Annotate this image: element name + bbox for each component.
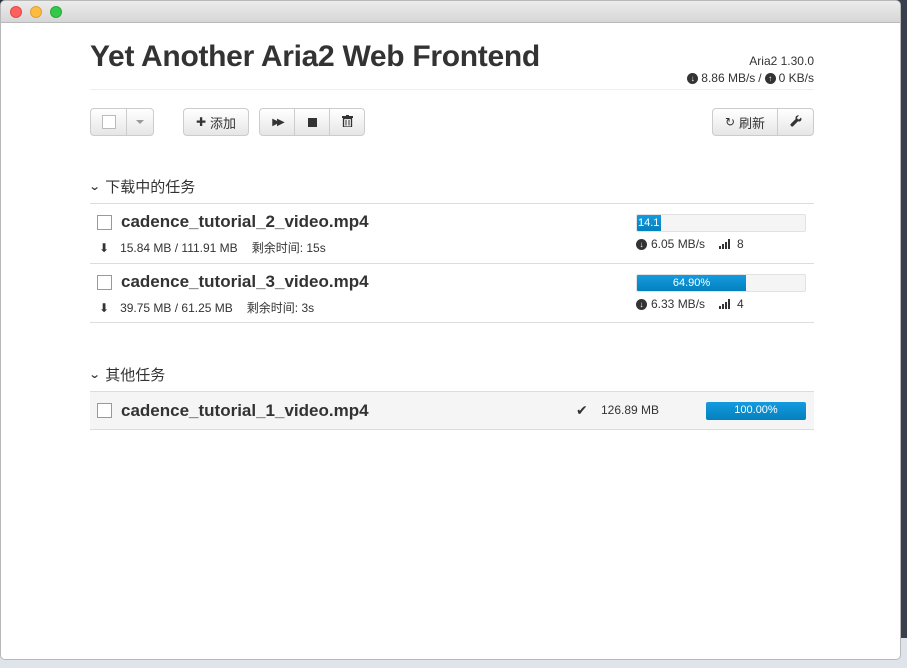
download-speed-icon: ↓ (636, 298, 647, 310)
global-speed: ↓ 8.86 MB/s / ↑ 0 KB/s (687, 71, 814, 85)
refresh-button[interactable]: ↻ 刷新 (713, 109, 778, 135)
refresh-label: 刷新 (739, 115, 766, 131)
task-row[interactable]: cadence_tutorial_2_video.mp4 ⬇ 15.84 MB … (90, 203, 814, 263)
task-name: cadence_tutorial_1_video.mp4 (121, 401, 369, 420)
download-icon: ⬇ (99, 240, 110, 255)
task-control-group: ▶▶ (259, 108, 365, 136)
task-name: cadence_tutorial_2_video.mp4 (121, 212, 369, 231)
stop-icon (307, 117, 317, 127)
select-all-button[interactable] (91, 109, 127, 135)
browser-window: Yet Another Aria2 Web Frontend Aria2 1.3… (0, 0, 901, 660)
start-button[interactable]: ▶▶ (260, 109, 295, 135)
refresh-icon: ↻ (724, 115, 736, 129)
maximize-window-button[interactable] (50, 6, 62, 18)
trash-icon (341, 114, 353, 130)
task-stats: ↓ 6.33 MB/s 4 (636, 297, 744, 311)
task-checkbox[interactable] (97, 403, 112, 418)
task-name: cadence_tutorial_3_video.mp4 (121, 272, 369, 291)
plus-icon: ✚ (195, 115, 207, 129)
task-progress-fill: 100.00% (706, 402, 806, 420)
task-connections: 4 (737, 297, 744, 311)
task-connections: 8 (737, 237, 744, 251)
task-checkbox[interactable] (97, 215, 112, 230)
add-group: ✚ 添加 (183, 108, 249, 136)
chevron-down-icon: ⌄ (88, 369, 101, 381)
task-progress-bar: 64.90% (636, 274, 806, 292)
task-size: 126.89 MB (601, 403, 660, 417)
settings-group: ↻ 刷新 (712, 108, 814, 136)
task-checkbox[interactable] (97, 275, 112, 290)
select-dropdown-group (90, 108, 154, 136)
signal-icon (719, 299, 731, 309)
toolbar: ✚ 添加 ▶▶ ↻ 刷新 (90, 108, 814, 136)
add-task-button[interactable]: ✚ 添加 (184, 109, 248, 135)
select-dropdown-button[interactable] (127, 109, 153, 135)
delete-button[interactable] (330, 109, 364, 135)
pause-button[interactable] (295, 109, 330, 135)
task-meta: ⬇ 15.84 MB / 111.91 MB 剩余时间: 15s (99, 239, 326, 256)
task-progress-fill: 14.1 (637, 215, 661, 231)
app-title: Yet Another Aria2 Web Frontend (90, 40, 540, 73)
task-size: 15.84 MB / 111.91 MB (120, 240, 238, 255)
task-meta: ⬇ 39.75 MB / 61.25 MB 剩余时间: 3s (99, 299, 314, 316)
add-task-label: 添加 (210, 115, 237, 131)
select-all-checkbox[interactable] (101, 115, 116, 129)
download-icon: ⬇ (99, 300, 110, 315)
caret-down-icon (136, 120, 144, 124)
download-speed-icon: ↓ (636, 238, 647, 250)
task-remaining: 剩余时间: 3s (246, 301, 315, 315)
task-stats: ↓ 6.05 MB/s 8 (636, 237, 744, 251)
wrench-icon (789, 114, 802, 130)
other-tasks-header[interactable]: ⌄ 其他任务 (88, 364, 166, 385)
global-download-speed: 8.86 MB/s (701, 71, 756, 85)
task-row[interactable]: cadence_tutorial_3_video.mp4 ⬇ 39.75 MB … (90, 263, 814, 323)
settings-button[interactable] (778, 109, 813, 135)
close-window-button[interactable] (10, 6, 22, 18)
window-titlebar (1, 1, 900, 23)
task-speed: 6.33 MB/s (651, 297, 706, 311)
task-row[interactable]: cadence_tutorial_1_video.mp4 ✔ 126.89 MB… (90, 391, 814, 430)
task-progress-bar: 100.00% (706, 402, 806, 420)
aria2-version: Aria2 1.30.0 (749, 54, 814, 68)
signal-icon (719, 239, 731, 249)
task-speed: 6.05 MB/s (651, 237, 706, 251)
header-divider (90, 89, 814, 90)
active-tasks-title: 下载中的任务 (105, 179, 196, 196)
other-tasks-title: 其他任务 (105, 367, 166, 384)
upload-speed-icon: ↑ (764, 72, 776, 84)
fast-forward-icon: ▶▶ (272, 116, 285, 128)
download-speed-icon: ↓ (687, 72, 699, 84)
check-icon: ✔ (576, 402, 588, 418)
global-upload-speed: 0 KB/s (778, 71, 814, 85)
speed-separator: / (758, 71, 762, 85)
minimize-window-button[interactable] (30, 6, 42, 18)
task-remaining: 剩余时间: 15s (251, 241, 326, 255)
task-progress-bar: 14.1 (636, 214, 806, 232)
chevron-down-icon: ⌄ (88, 181, 101, 193)
task-size: 39.75 MB / 61.25 MB (120, 300, 233, 315)
task-progress-fill: 64.90% (637, 275, 747, 291)
active-tasks-header[interactable]: ⌄ 下载中的任务 (88, 176, 196, 197)
